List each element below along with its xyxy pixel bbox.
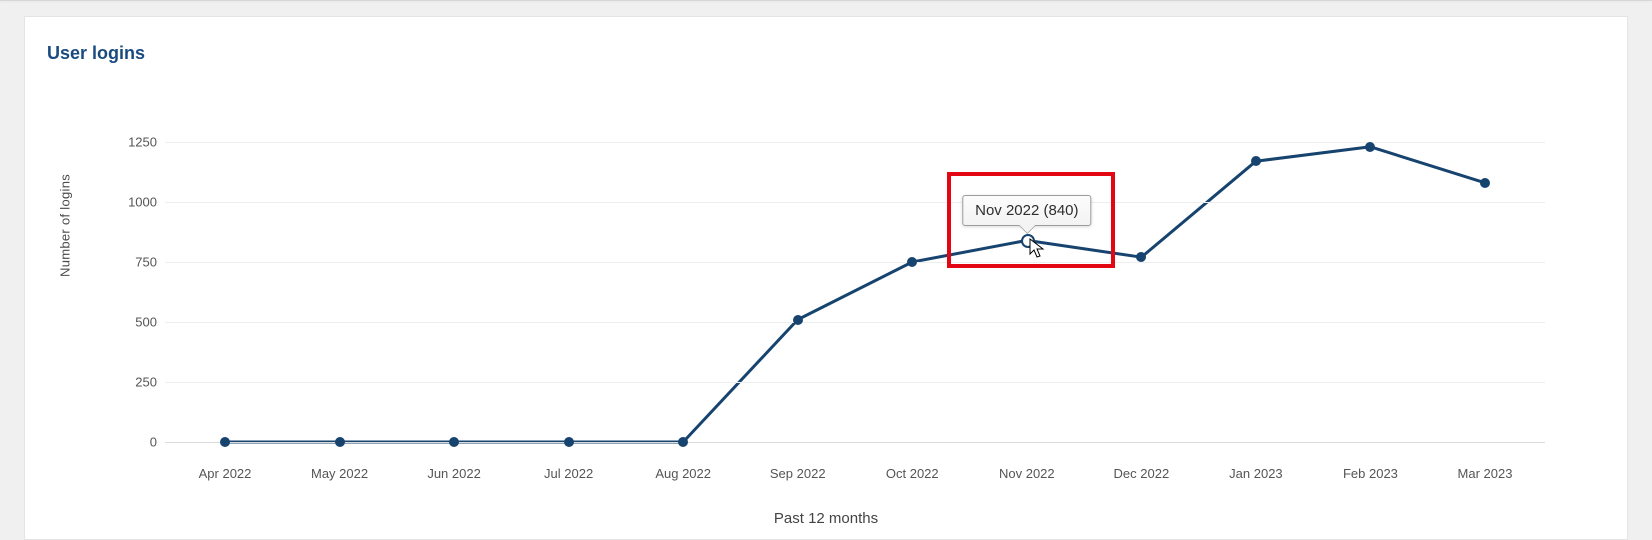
chart-plot-area[interactable]: 025050075010001250Apr 2022May 2022Jun 20… — [165, 112, 1545, 452]
x-tick-label: Nov 2022 — [999, 466, 1055, 481]
y-tick-label: 0 — [97, 435, 157, 450]
x-tick-label: Jul 2022 — [544, 466, 593, 481]
y-tick-label: 1000 — [97, 195, 157, 210]
gridline — [165, 142, 1545, 143]
chart-card: User logins Number of logins 02505007501… — [24, 16, 1628, 540]
y-tick-label: 500 — [97, 315, 157, 330]
y-tick-label: 750 — [97, 255, 157, 270]
y-tick-label: 1250 — [97, 135, 157, 150]
chart-line — [165, 112, 1545, 452]
x-tick-label: Aug 2022 — [655, 466, 711, 481]
x-tick-label: Feb 2023 — [1343, 466, 1398, 481]
gridline — [165, 442, 1545, 443]
y-tick-label: 250 — [97, 375, 157, 390]
x-tick-label: May 2022 — [311, 466, 368, 481]
gridline — [165, 322, 1545, 323]
data-point[interactable] — [220, 437, 230, 447]
page-divider — [0, 0, 1652, 1]
gridline — [165, 382, 1545, 383]
x-tick-label: Apr 2022 — [199, 466, 252, 481]
x-tick-label: Dec 2022 — [1114, 466, 1170, 481]
data-point[interactable] — [793, 315, 803, 325]
x-tick-label: Sep 2022 — [770, 466, 826, 481]
gridline — [165, 202, 1545, 203]
x-axis-label: Past 12 months — [774, 510, 878, 527]
x-tick-label: Oct 2022 — [886, 466, 939, 481]
data-point[interactable] — [335, 437, 345, 447]
chart-title: User logins — [47, 43, 145, 64]
y-axis-label: Number of logins — [58, 174, 73, 277]
gridline — [165, 262, 1545, 263]
x-tick-label: Mar 2023 — [1458, 466, 1513, 481]
annotation-highlight-box — [947, 172, 1115, 268]
x-tick-label: Jan 2023 — [1229, 466, 1283, 481]
data-point[interactable] — [1480, 178, 1490, 188]
data-point[interactable] — [564, 437, 574, 447]
x-tick-label: Jun 2022 — [427, 466, 481, 481]
